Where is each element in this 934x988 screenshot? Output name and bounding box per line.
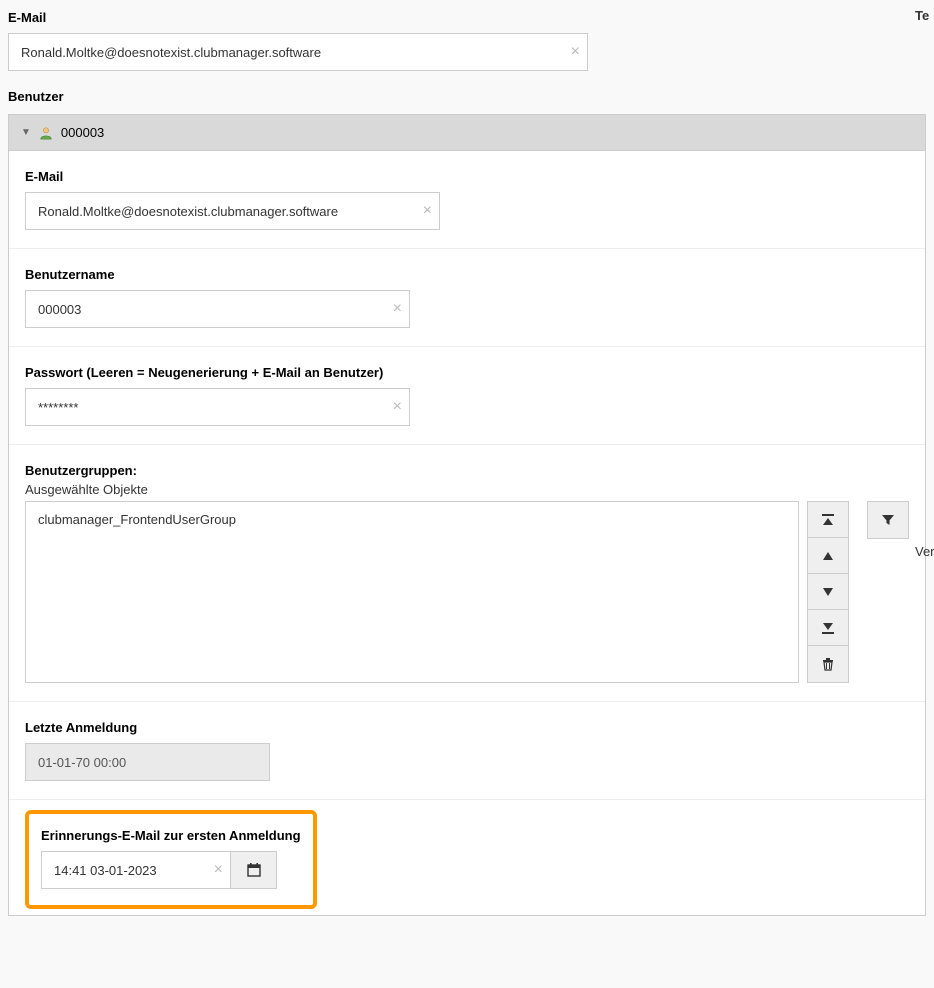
accordion-title: 000003 xyxy=(61,125,104,140)
username-input[interactable] xyxy=(25,290,410,328)
trash-icon xyxy=(821,657,835,671)
clear-icon[interactable]: × xyxy=(423,203,432,219)
chevron-down-icon: ▼ xyxy=(21,127,31,138)
move-down-button[interactable] xyxy=(808,574,848,610)
cutoff-label-right: Te xyxy=(915,8,929,23)
filter-button[interactable] xyxy=(868,502,908,538)
clear-icon[interactable]: × xyxy=(571,44,580,60)
groups-listbox[interactable]: clubmanager_FrontendUserGroup xyxy=(25,501,799,683)
email-label: E-Mail xyxy=(25,169,909,184)
email-label-top: E-Mail xyxy=(8,10,926,25)
password-label: Passwort (Leeren = Neugenerierung + E-Ma… xyxy=(25,365,909,380)
reorder-button-stack xyxy=(807,501,849,683)
move-down-icon xyxy=(821,585,835,599)
calendar-button[interactable] xyxy=(231,851,277,889)
reminder-highlight: Erinnerungs-E-Mail zur ersten Anmeldung … xyxy=(25,810,317,909)
calendar-icon xyxy=(246,862,262,878)
benutzer-section-label: Benutzer xyxy=(8,89,926,104)
email-input-top[interactable] xyxy=(8,33,588,71)
filter-icon xyxy=(881,513,895,527)
accordion-header[interactable]: ▼ 000003 xyxy=(8,114,926,151)
last-login-input xyxy=(25,743,270,781)
move-bottom-button[interactable] xyxy=(808,610,848,646)
move-bottom-icon xyxy=(820,620,836,636)
list-item[interactable]: clubmanager_FrontendUserGroup xyxy=(38,512,786,527)
username-label: Benutzername xyxy=(25,267,909,282)
email-input[interactable] xyxy=(25,192,440,230)
password-input[interactable] xyxy=(25,388,410,426)
delete-button[interactable] xyxy=(808,646,848,682)
clear-icon[interactable]: × xyxy=(393,301,402,317)
move-up-button[interactable] xyxy=(808,538,848,574)
cutoff-label-right-groups: Verf xyxy=(915,544,934,559)
reminder-label: Erinnerungs-E-Mail zur ersten Anmeldung xyxy=(41,828,301,843)
user-icon xyxy=(39,126,53,140)
move-top-button[interactable] xyxy=(808,502,848,538)
last-login-label: Letzte Anmeldung xyxy=(25,720,909,735)
clear-icon[interactable]: × xyxy=(214,862,223,878)
move-up-icon xyxy=(821,549,835,563)
clear-icon[interactable]: × xyxy=(393,399,402,415)
groups-label: Benutzergruppen: xyxy=(25,463,909,478)
move-top-icon xyxy=(820,512,836,528)
reminder-date-input[interactable] xyxy=(41,851,231,889)
groups-sub-label: Ausgewählte Objekte xyxy=(25,482,909,497)
